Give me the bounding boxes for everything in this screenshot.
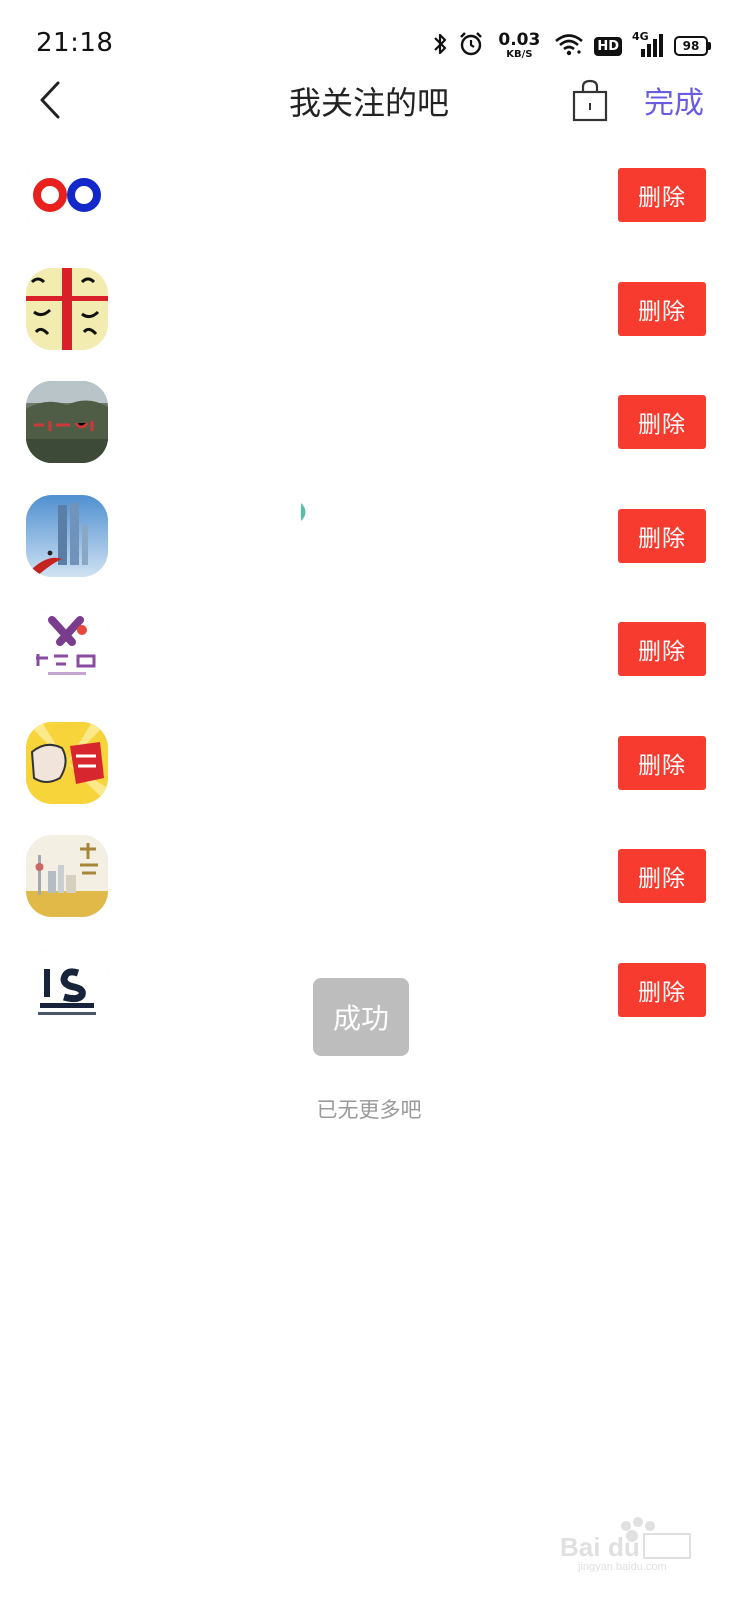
delete-button[interactable]: 删除: [618, 395, 706, 449]
calligraphy-banner-logo: [26, 267, 108, 350]
shopping-bag-button[interactable]: [572, 78, 608, 122]
signal-icon: 4G: [632, 30, 664, 59]
red-blue-rings-logo: [26, 154, 108, 236]
delete-button[interactable]: 删除: [618, 622, 706, 676]
svg-text:du: du: [608, 1532, 640, 1562]
header: 我关注的吧 完成: [0, 70, 738, 130]
delete-button[interactable]: 删除: [618, 735, 706, 790]
bar-avatar[interactable]: [26, 381, 108, 463]
salesman-logo: [26, 608, 108, 690]
landscape-sign-logo: [26, 381, 108, 463]
list-item: 删除: [0, 367, 738, 481]
svg-text:jingyan.baidu.com: jingyan.baidu.com: [577, 1561, 667, 1572]
bar-avatar[interactable]: [26, 835, 108, 917]
page-title: 我关注的吧: [288, 84, 449, 122]
bluetooth-icon: [432, 31, 448, 61]
bar-avatar[interactable]: [26, 494, 108, 577]
delete-button[interactable]: 删除: [618, 962, 706, 1017]
shanghai-skyline-logo: [26, 835, 108, 917]
list-item: 删除: [0, 254, 738, 368]
battery-level: 98: [682, 39, 700, 53]
network-speed: 0.03 KB/S: [498, 32, 540, 60]
done-button[interactable]: 完成: [644, 78, 704, 122]
network-speed-value: 0.03: [498, 30, 541, 50]
bar-avatar[interactable]: [26, 608, 108, 690]
bar-avatar[interactable]: [26, 948, 108, 1031]
baidu-jingyan-watermark-logo: Bai du jingyan.baidu.com: [560, 1517, 691, 1572]
bar-avatar[interactable]: [26, 267, 108, 350]
success-toast: 成功: [313, 978, 409, 1056]
list-item: 删除: [0, 821, 738, 935]
delete-button[interactable]: 删除: [618, 849, 706, 903]
svg-text:Bai: Bai: [560, 1532, 600, 1562]
delete-button[interactable]: 删除: [618, 168, 706, 222]
bar-avatar[interactable]: [26, 721, 108, 804]
alarm-icon: [458, 31, 484, 61]
network-speed-unit: KB/S: [506, 49, 533, 60]
wifi-icon: [554, 32, 584, 60]
list-end-text: 已无更多吧: [316, 1098, 422, 1122]
battery-icon: 98: [674, 36, 711, 56]
comic-art-logo: [26, 721, 108, 804]
status-time: 21:18: [36, 28, 114, 58]
list-item: 删除: [0, 140, 738, 254]
status-bar: 21:18 0.03 KB/S HD 4G 98: [0, 0, 738, 80]
shopping-bag-icon: [572, 79, 608, 122]
list-item: 删除: [0, 594, 738, 708]
hd-badge: HD: [594, 36, 622, 56]
delete-button[interactable]: 删除: [618, 281, 706, 336]
loading-indicator-icon: [301, 503, 306, 521]
status-icons: 0.03 KB/S HD 4G 98: [432, 30, 711, 62]
list-item: 删除: [0, 481, 738, 595]
delete-button[interactable]: 删除: [618, 508, 706, 563]
followed-bar-list: 删除 删除 删除 删除 删除 删除 删除 删除: [0, 140, 738, 1048]
bar-avatar[interactable]: [26, 154, 108, 236]
list-item: 删除: [0, 708, 738, 822]
twin-towers-logo: [26, 494, 108, 577]
photoshop-bar-logo: [26, 948, 108, 1031]
